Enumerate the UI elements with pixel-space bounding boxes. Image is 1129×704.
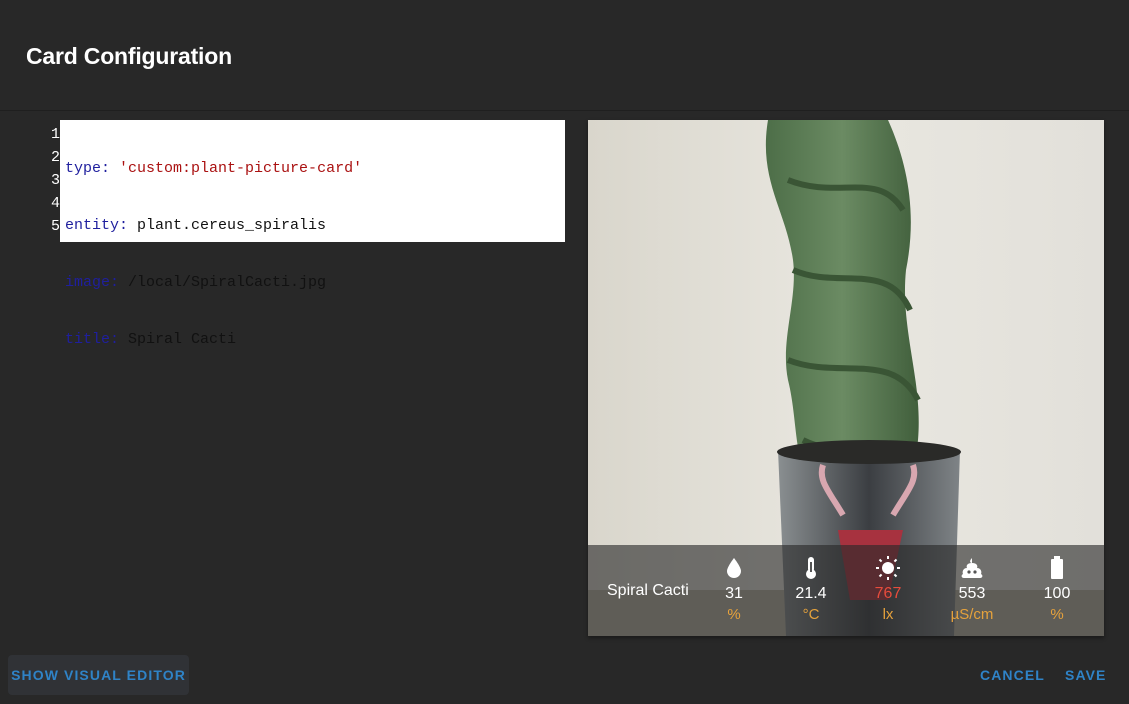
sun-icon — [853, 555, 923, 581]
yaml-key: title: — [65, 331, 120, 348]
code-line[interactable] — [65, 387, 565, 410]
yaml-key: image: — [65, 274, 120, 291]
yaml-value: Spiral Cacti — [128, 331, 237, 348]
line-number: 1 — [50, 126, 60, 143]
line-number: 4 — [50, 195, 60, 212]
fertilizer-icon — [937, 555, 1007, 581]
dialog-title: Card Configuration — [26, 43, 232, 69]
show-visual-editor-button[interactable]: Show Visual Editor — [8, 655, 189, 695]
sensor-unit: µS/cm — [950, 606, 994, 623]
line-number: 5 — [50, 218, 60, 235]
line-number: 2 — [50, 149, 60, 166]
sensor-unit: lx — [882, 606, 894, 623]
thermometer-icon — [776, 555, 846, 581]
sensor-value: 21.4 — [795, 585, 827, 602]
yaml-key: type: — [65, 160, 111, 177]
sensor-unit: % — [727, 606, 741, 623]
yaml-key: entity: — [65, 217, 129, 234]
code-line[interactable]: type: 'custom:plant-picture-card' — [65, 159, 565, 182]
yaml-code-editor[interactable]: 1 2 3 4 5 type: 'custom:plant-picture-ca… — [40, 120, 565, 348]
code-line[interactable]: entity: plant.cereus_spiralis — [65, 216, 565, 239]
code-area[interactable]: type: 'custom:plant-picture-card' entity… — [60, 120, 565, 348]
save-button[interactable]: Save — [1065, 667, 1107, 683]
dialog-header: Card Configuration — [0, 0, 1129, 111]
sensor-illuminance[interactable]: 767 lx — [853, 555, 923, 624]
line-number-gutter: 1 2 3 4 5 — [40, 120, 60, 242]
sensor-moisture[interactable]: 31 % — [699, 555, 769, 624]
plant-name: Spiral Cacti — [607, 582, 689, 599]
cancel-button[interactable]: Cancel — [980, 667, 1045, 683]
sensor-unit: % — [1050, 606, 1064, 623]
card-configuration-dialog: Card Configuration 1 2 3 4 5 type: 'cust… — [0, 0, 1129, 704]
sensor-value: 553 — [958, 585, 986, 602]
code-line[interactable]: image: /local/SpiralCacti.jpg — [65, 273, 565, 296]
show-visual-editor-label: Show Visual Editor — [11, 667, 186, 683]
code-line[interactable]: title: Spiral Cacti — [65, 330, 565, 353]
sensor-value: 767 — [874, 585, 902, 602]
sensor-value: 100 — [1043, 585, 1071, 602]
sensor-conductivity[interactable]: 553 µS/cm — [937, 555, 1007, 624]
water-drop-icon — [699, 555, 769, 581]
sensor-temperature[interactable]: 21.4 °C — [776, 555, 846, 624]
plant-picture-card-preview[interactable]: Spiral Cacti 31 % 21.4 °C 767 lx 553 µS/… — [588, 120, 1104, 636]
yaml-value: plant.cereus_spiralis — [137, 217, 327, 234]
sensor-value: 31 — [725, 585, 743, 602]
line-number: 3 — [50, 172, 60, 189]
sensor-battery[interactable]: 100 % — [1022, 555, 1092, 624]
sensor-unit: °C — [802, 606, 820, 623]
battery-icon — [1022, 555, 1092, 581]
sensor-footer: Spiral Cacti 31 % 21.4 °C 767 lx 553 µS/… — [588, 545, 1104, 636]
yaml-value: /local/SpiralCacti.jpg — [128, 274, 327, 291]
yaml-value: 'custom:plant-picture-card' — [119, 160, 363, 177]
